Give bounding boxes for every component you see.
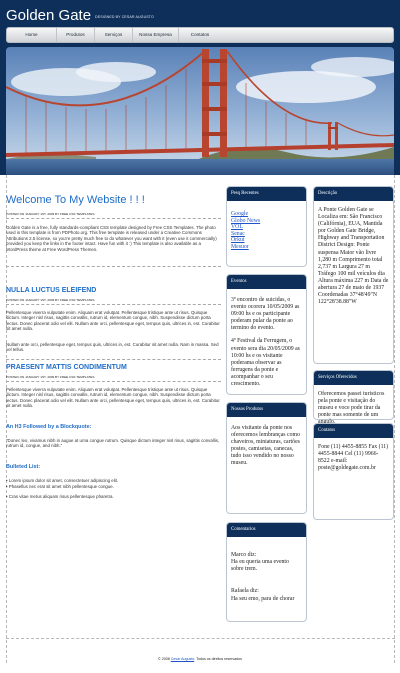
comment-text: Marco diz: Ha eu queria uma evento sobre…	[231, 552, 289, 573]
description-text: A Ponte Golden Gate se Localiza em: São …	[318, 207, 389, 306]
bulleted-list: • Lorem ipsum dolor sit amet, consectetu…	[6, 478, 221, 500]
footer-author-link[interactable]: Cesar Augusto	[171, 657, 195, 661]
sidebar-box-recent-searches: Pesq Recentes Google Globo News VOL Sena…	[226, 186, 307, 267]
blockquote: "Donec leo, vivamus nibh in augue at urn…	[6, 438, 220, 449]
box-title: Nossos Produtos	[227, 403, 306, 417]
footer-copyright: © 2008	[158, 657, 171, 661]
footer-divider	[6, 638, 395, 639]
post-meta: POSTED ON JANUARY 1ST, 2009 BY FREE CSS …	[6, 212, 95, 216]
footer-rights: . Todos os direitos reservados	[194, 657, 242, 661]
nav-contatos[interactable]: Contatos	[179, 28, 221, 42]
sidebar-box-services: Serviços Oferecidos Oferecemos passei tu…	[313, 370, 394, 425]
post-meta: POSTED ON JANUARY 1ST, 2009 BY FREE CSS …	[6, 375, 95, 379]
list-item: • Phasellus nec erat sit amet nibh pelle…	[6, 484, 114, 489]
link-senac[interactable]: Senac	[231, 231, 302, 238]
divider	[6, 381, 221, 382]
link-orkut[interactable]: Orkut	[231, 237, 302, 244]
golden-gate-photo	[6, 47, 394, 175]
main-nav: Home Produtos Serviços Nossa Empresa Con…	[6, 27, 394, 43]
link-vol[interactable]: VOL	[231, 224, 302, 231]
nav-servicos[interactable]: Serviços	[95, 28, 133, 42]
divider	[6, 359, 221, 360]
list-item-text: Lorem ipsum dolor sit amet, consectetuer…	[8, 478, 119, 483]
blockquote-heading: An H3 Followed by a Blockquote:	[6, 424, 92, 430]
list-item-text: Phasellus nec erat sit amet nibh pellent…	[8, 484, 114, 489]
nav-produtos[interactable]: Produtos	[57, 28, 95, 42]
welcome-text: Golden Gate is a free, fully standards-c…	[6, 225, 217, 252]
designed-by-text: DESIGNED BY CESAR AUGUSTO	[95, 15, 154, 19]
comment-text: Rafaela diz: Ha seu emo, para de chorar	[231, 588, 295, 602]
post-title[interactable]: PRAESENT MATTIS CONDIMENTUM	[6, 364, 127, 371]
sidebar-box-contacts: Contatos Fone (11) 4455-8855 Fax (11) 44…	[313, 423, 394, 520]
link-mesuor[interactable]: Mesuor	[231, 244, 302, 251]
event-text: 4º Festival da Ferrugem, o evento sera d…	[231, 338, 300, 388]
box-title: Descrição	[314, 187, 393, 201]
products-text: Aos visitante da ponte nos oferecemos le…	[231, 425, 300, 467]
frame-right	[394, 47, 400, 175]
welcome-title[interactable]: Welcome To My Website ! ! !	[6, 194, 145, 206]
post-meta: POSTED ON JANUARY 1ST, 2009 BY FREE CSS …	[6, 298, 95, 302]
box-title: Contatos	[314, 424, 393, 438]
nav-home[interactable]: Home	[7, 28, 57, 42]
hero-image	[6, 47, 394, 175]
link-globo-news[interactable]: Globo News	[231, 218, 302, 225]
event-text: 3º encontro de suicidas, o evento ocorer…	[231, 297, 300, 332]
footer: © 2008 Cesar Augusto. Todos os direitos …	[0, 657, 400, 661]
sidebar-box-description: Descrição A Ponte Golden Gate se Localiz…	[313, 186, 394, 364]
nav-nossa-empresa[interactable]: Nossa Empresa	[133, 28, 179, 42]
box-title: Eventos	[227, 275, 306, 289]
sidebar-box-products: Nossos Produtos Aos visitante da ponte n…	[226, 402, 307, 514]
box-title: Serviços Oferecidos	[314, 371, 393, 385]
services-text: Oferecemos passei turisticos pela ponte …	[318, 391, 385, 425]
box-title: Pesq Recentes	[227, 187, 306, 201]
link-google[interactable]: Google	[231, 211, 302, 218]
post-title[interactable]: NULLA LUCTUS ELEIFEND	[6, 287, 96, 294]
site-title[interactable]: Golden Gate	[6, 7, 91, 24]
list-heading: Bulleted List:	[6, 464, 41, 470]
list-item: • Cras vitae metus aliquam risus pellent…	[6, 494, 114, 499]
divider	[6, 304, 221, 305]
list-item-text: Cras vitae metus aliquam risus pellentes…	[8, 494, 114, 499]
contacts-text: Fone (11) 4455-8855 Fax (11) 4455-8844 C…	[318, 444, 389, 472]
post-text: Pellentesque viverra vulputate enim. Ali…	[6, 310, 220, 332]
post-text: Pellentesque viverra vulputate enim. Ali…	[6, 387, 220, 409]
divider	[6, 218, 221, 219]
box-title: Comentarios	[227, 523, 306, 537]
divider	[6, 266, 221, 267]
post-text: Nullam ante orci, pellentesque eget, tem…	[6, 342, 219, 353]
sidebar-box-events: Eventos 3º encontro de suicidas, o event…	[226, 274, 307, 395]
sidebar-box-comments: Comentarios Marco diz: Ha eu queria uma …	[226, 522, 307, 622]
